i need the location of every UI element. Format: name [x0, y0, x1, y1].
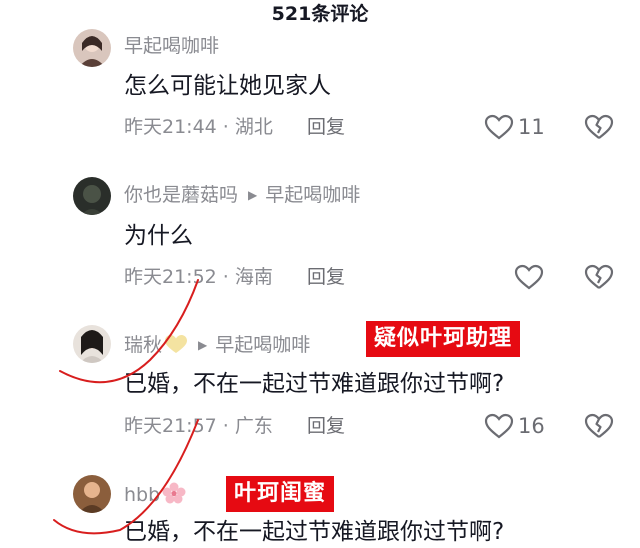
avatar[interactable] — [73, 475, 111, 513]
like-button[interactable]: 11 — [484, 112, 545, 142]
meta-separator: · — [216, 415, 235, 437]
heart-outline-icon — [484, 413, 514, 439]
comment-username-row: 早起喝咖啡 — [124, 32, 219, 60]
comment-meta: 昨天21:57 · 广东 回复 — [124, 411, 345, 441]
comment-username-row: 你也是蘑菇吗 ▶ 早起喝咖啡 — [124, 181, 360, 209]
dislike-button[interactable] — [584, 264, 614, 294]
reply-arrow-icon: ▶ — [248, 188, 258, 202]
reply-button[interactable]: 回复 — [307, 116, 345, 138]
broken-heart-icon — [584, 413, 614, 438]
comment-username[interactable]: hbb — [124, 484, 160, 506]
avatar[interactable] — [73, 325, 111, 363]
heart-outline-icon — [484, 114, 514, 140]
comment-location: 湖北 — [234, 116, 273, 138]
comment-content: 已婚，不在一起过节难道跟你过节啊? — [124, 371, 505, 397]
comments-count-title: 521条评论 — [271, 3, 369, 25]
broken-heart-icon — [584, 264, 614, 289]
comment-location: 海南 — [234, 266, 273, 288]
dislike-button[interactable] — [584, 114, 614, 144]
comment-username-row: 瑞秋 ▶ 早起喝咖啡 — [124, 331, 310, 359]
comment-meta: 昨天21:52 · 海南 回复 — [124, 262, 345, 292]
comment-time: 昨天21:44 — [124, 116, 217, 138]
reply-to-username[interactable]: 早起喝咖啡 — [265, 184, 360, 206]
reply-to-username[interactable]: 早起喝咖啡 — [215, 334, 310, 356]
avatar[interactable] — [73, 177, 111, 215]
avatar[interactable] — [73, 29, 111, 67]
meta-separator: · — [216, 266, 235, 288]
comment-username[interactable]: 早起喝咖啡 — [124, 35, 219, 57]
like-count: 16 — [518, 414, 545, 438]
meta-separator: · — [216, 116, 235, 138]
cherry-blossom-icon — [162, 482, 186, 512]
like-button[interactable] — [514, 262, 548, 292]
comment-content: 怎么可能让她见家人 — [124, 73, 331, 99]
comment-username[interactable]: 你也是蘑菇吗 — [124, 184, 238, 206]
reply-button[interactable]: 回复 — [307, 415, 345, 437]
yellow-heart-icon — [164, 334, 188, 362]
comment-time: 昨天21:52 — [124, 266, 217, 288]
comment-username[interactable]: 瑞秋 — [124, 334, 162, 356]
reply-button[interactable]: 回复 — [307, 266, 345, 288]
comment-location: 广东 — [234, 415, 273, 437]
comment-content: 为什么 — [124, 223, 193, 249]
like-button[interactable]: 16 — [484, 411, 545, 441]
comment-time: 昨天21:57 — [124, 415, 217, 437]
heart-outline-icon — [514, 264, 544, 290]
annotation-label: 疑似叶珂助理 — [366, 321, 521, 357]
comment-content: 已婚，不在一起过节难道跟你过节啊? — [124, 519, 505, 545]
dislike-button[interactable] — [584, 413, 614, 443]
annotation-label: 叶珂闺蜜 — [226, 476, 335, 512]
comment-meta: 昨天21:44 · 湖北 回复 — [124, 112, 345, 142]
like-count: 11 — [518, 115, 545, 139]
broken-heart-icon — [584, 114, 614, 139]
comment-username-row: hbb — [124, 481, 186, 509]
reply-arrow-icon: ▶ — [198, 338, 208, 352]
